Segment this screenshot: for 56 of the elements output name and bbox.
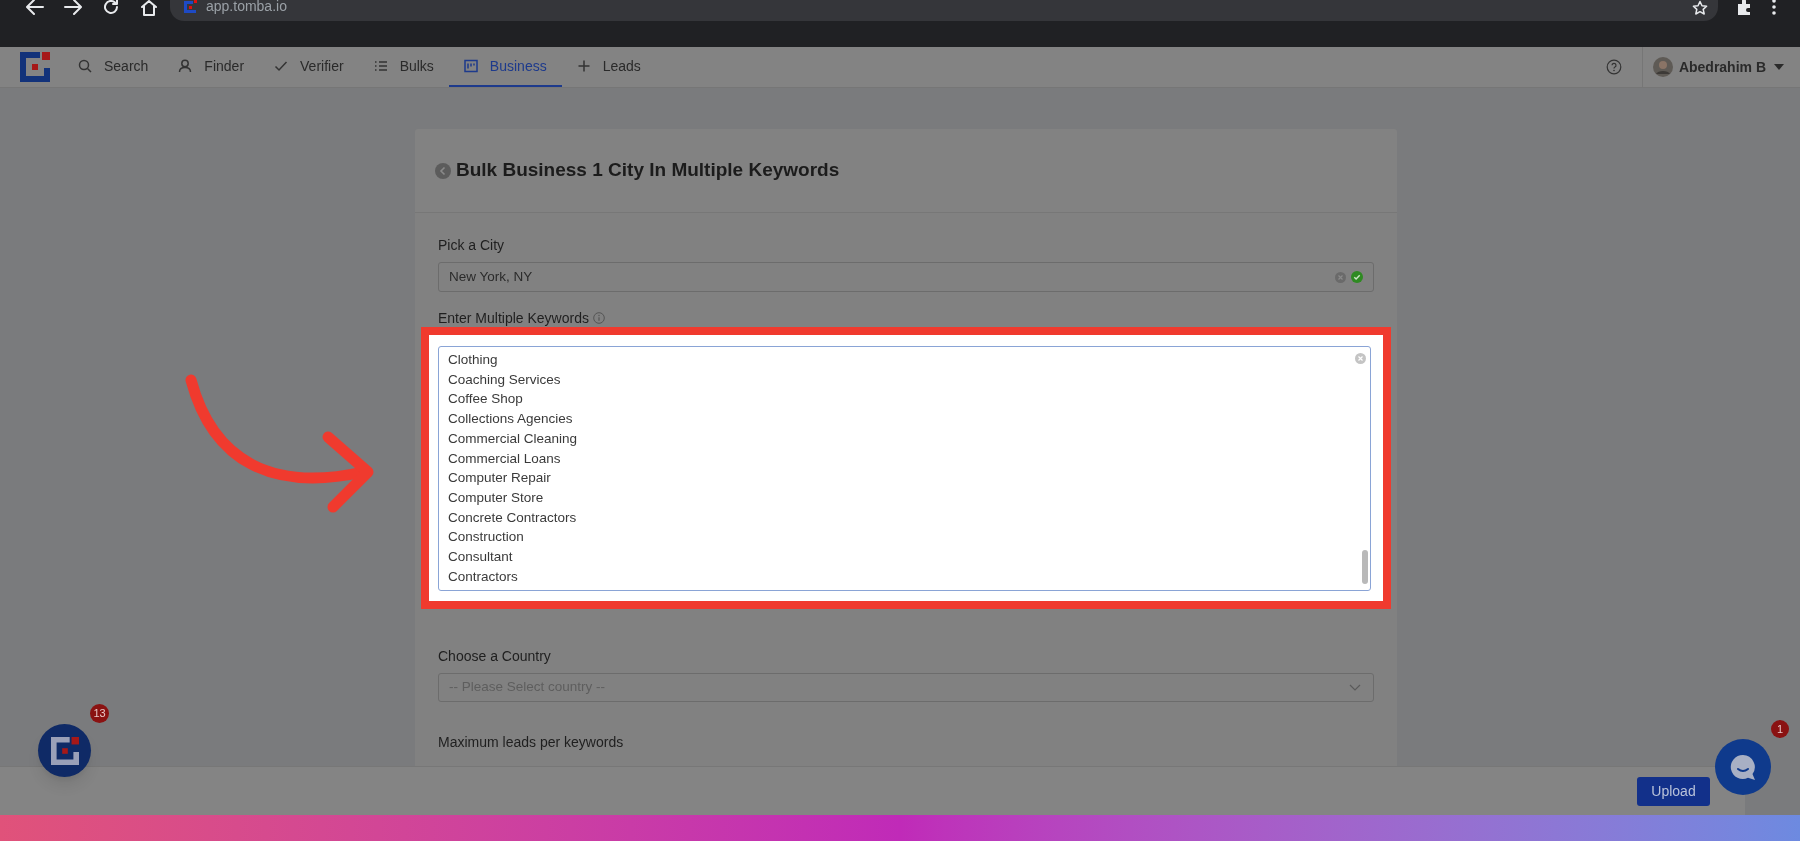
page-title: Bulk Business 1 City In Multiple Keywords (456, 158, 840, 183)
keywords-textarea[interactable]: Clothing Coaching Services Coffee Shop Collections Agencies Commercial Cleaning Commercial Loans Computer Repair Computer Store Concrete Contractors Construction Consultant Contractors (438, 346, 1371, 591)
forward-icon[interactable] (64, 0, 82, 15)
home-icon[interactable] (140, 0, 158, 16)
url-text: app.tomba.io (206, 0, 287, 14)
caret-icon (1774, 64, 1784, 70)
upload-button[interactable]: Upload (1637, 776, 1710, 806)
keyword-line: Coaching Services (448, 370, 561, 389)
keyword-line: Contractors (448, 567, 518, 586)
keyword-line: Clothing (448, 351, 498, 369)
address-bar[interactable]: app.tomba.io (170, 0, 1718, 21)
notification-badge: 1 (1771, 720, 1789, 738)
star-icon[interactable] (1692, 0, 1708, 16)
nav-tab[interactable]: Search (63, 47, 164, 87)
board-icon (463, 59, 478, 73)
tomba-logo-icon[interactable] (20, 52, 50, 82)
avatar-icon (1652, 57, 1673, 77)
search-icon (78, 59, 92, 73)
chat-bubble-icon (1728, 752, 1758, 782)
keyword-line: Computer Store (448, 488, 544, 507)
keyword-line: Coffee Shop (448, 390, 523, 409)
reload-icon[interactable] (102, 0, 120, 16)
checkmark-icon (274, 59, 289, 73)
tomba-logo-icon (50, 736, 79, 765)
info-icon (592, 312, 605, 324)
field-label: Pick a City (438, 236, 506, 254)
nav-tab[interactable]: Leads (561, 47, 656, 87)
field-label: Choose a Country (438, 647, 552, 665)
keyword-line: Collections Agencies (448, 410, 573, 429)
person-icon (178, 59, 193, 73)
keyword-line: Concrete Contractors (448, 508, 577, 527)
keyword-line: Commercial Cleaning (448, 429, 578, 448)
field-label: Maximum leads per keywords (438, 733, 625, 751)
chat-button[interactable] (1715, 739, 1771, 795)
keyword-line: Construction (448, 528, 524, 547)
keyword-line: Computer Repair (448, 469, 551, 488)
nav-tab[interactable]: Business (448, 47, 562, 87)
more-icon[interactable] (1772, 0, 1776, 15)
keyword-line: Commercial Loans (448, 449, 561, 468)
chevron-down-icon (1349, 684, 1361, 691)
help-icon[interactable] (1605, 59, 1622, 75)
list-icon (373, 59, 388, 73)
user-menu[interactable]: Abedrahim B (1641, 47, 1790, 87)
city-field[interactable]: New York, NY (438, 262, 1374, 292)
nav-tab[interactable]: Bulks (358, 47, 449, 87)
site-logo-icon (182, 0, 198, 15)
plus-icon (576, 59, 591, 73)
notification-badge: 13 (90, 704, 109, 723)
back-icon[interactable] (26, 0, 44, 15)
check-circle-icon (1351, 271, 1363, 283)
nav-tab[interactable]: Finder (163, 47, 260, 87)
field-label: Enter Multiple Keywords (438, 309, 589, 327)
app-launcher-button[interactable] (38, 724, 91, 777)
nav-tab[interactable]: Verifier (259, 47, 359, 87)
scrollbar-thumb[interactable] (1362, 550, 1368, 584)
keyword-line: Consultant (448, 548, 513, 567)
